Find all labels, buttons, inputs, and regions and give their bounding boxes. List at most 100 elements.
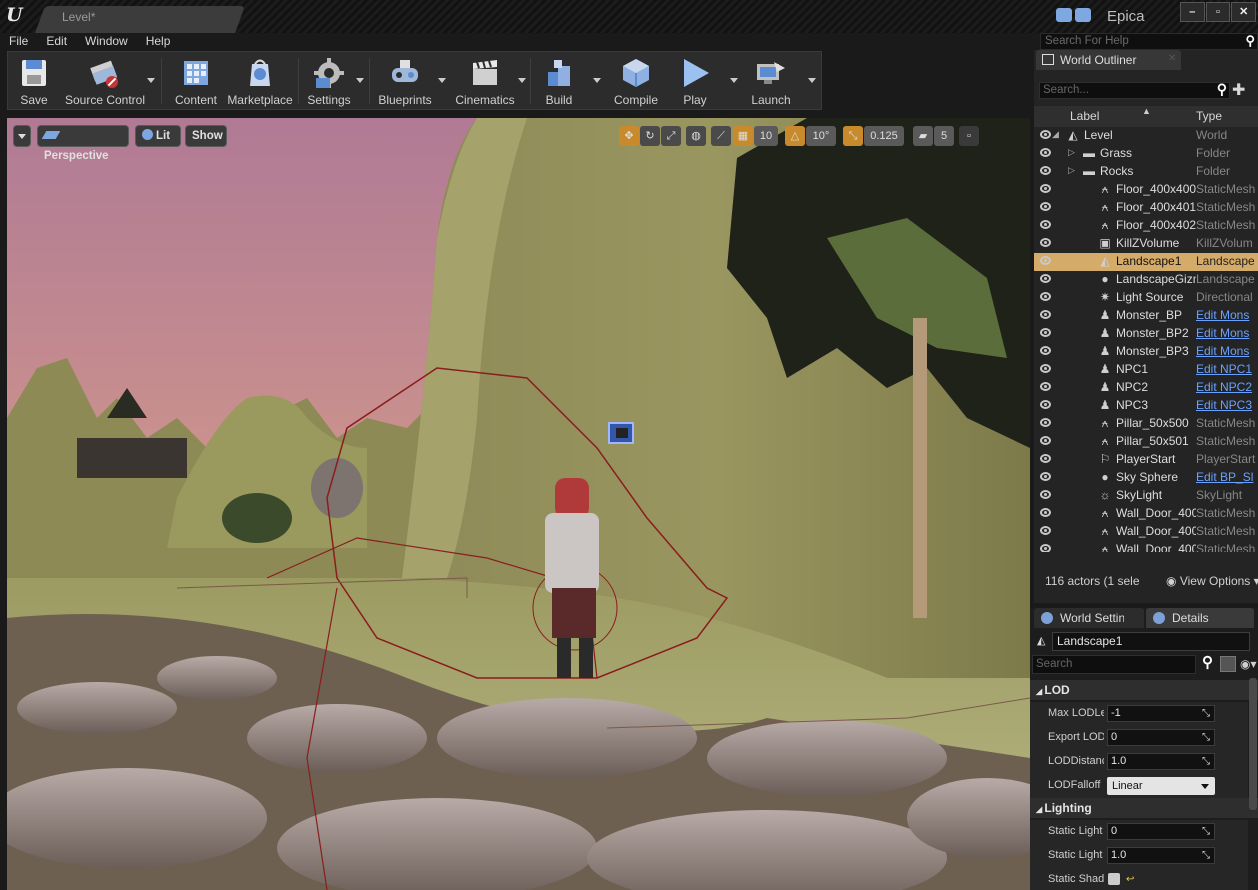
drag-resize-icon[interactable]: ⤡: [1202, 826, 1210, 837]
rotation-snap-value[interactable]: 10°: [806, 126, 836, 146]
visibility-eye-icon[interactable]: [1040, 274, 1051, 283]
menu-file[interactable]: File: [9, 33, 28, 49]
help-search-box[interactable]: Search For Help ⚲: [1040, 33, 1258, 50]
drag-resize-icon[interactable]: ⤡: [1202, 850, 1210, 861]
object-name-field[interactable]: Landscape1: [1052, 632, 1250, 651]
outliner-row[interactable]: ♟ Monster_BP Edit Mons: [1034, 307, 1258, 325]
edit-blueprint-link[interactable]: Edit Mons: [1196, 308, 1258, 322]
grid-snap-icon[interactable]: ▦: [733, 126, 753, 146]
play-button[interactable]: Play: [668, 52, 722, 109]
outliner-row[interactable]: ⍲ Floor_400x400 StaticMesh: [1034, 181, 1258, 199]
property-matrix-icon[interactable]: [1220, 656, 1236, 672]
level-viewport[interactable]: Perspective Lit Show ✥ ↻ ⤢ ◍ ⟋ ▦ 10 △ 10…: [7, 118, 1030, 890]
visibility-eye-icon[interactable]: [1040, 328, 1051, 337]
outliner-row[interactable]: ♟ NPC3 Edit NPC3: [1034, 397, 1258, 415]
source-control-dropdown-icon[interactable]: [147, 78, 155, 83]
marketplace-button[interactable]: Marketplace: [225, 52, 295, 109]
expand-arrow-icon[interactable]: ▷: [1068, 147, 1075, 158]
minimize-button[interactable]: –: [1180, 2, 1205, 22]
close-tab-icon[interactable]: ✕: [1168, 53, 1176, 64]
search-icon[interactable]: ⚲: [1202, 653, 1213, 671]
edit-blueprint-link[interactable]: Edit NPC1: [1196, 362, 1258, 376]
rotation-snap-icon[interactable]: △: [785, 126, 805, 146]
edit-blueprint-link[interactable]: Edit BP_Sl: [1196, 470, 1258, 484]
visibility-eye-icon[interactable]: [1040, 526, 1051, 535]
outliner-row[interactable]: ⍲ Pillar_50x501 StaticMesh: [1034, 433, 1258, 451]
visibility-eye-icon[interactable]: ◉▾: [1240, 657, 1257, 671]
visibility-eye-icon[interactable]: [1040, 490, 1051, 499]
outliner-row[interactable]: ◢ ◭ Level World: [1034, 127, 1258, 145]
close-button[interactable]: ✕: [1231, 2, 1257, 22]
menu-edit[interactable]: Edit: [46, 33, 67, 49]
drag-resize-icon[interactable]: ⤡: [1202, 756, 1210, 767]
scale-snap-icon[interactable]: ⤡: [843, 126, 863, 146]
outliner-row[interactable]: ♟ Monster_BP3 Edit Mons: [1034, 343, 1258, 361]
property-checkbox[interactable]: [1108, 873, 1120, 885]
view-options-button[interactable]: ◉ View Options ▾: [1166, 574, 1258, 588]
visibility-eye-icon[interactable]: [1040, 400, 1051, 409]
viewport-scene[interactable]: [7, 118, 1030, 890]
outliner-row[interactable]: ▷ ▬ Grass Folder: [1034, 145, 1258, 163]
translate-tool-icon[interactable]: ✥: [619, 126, 639, 146]
rotate-tool-icon[interactable]: ↻: [640, 126, 660, 146]
search-icon[interactable]: ⚲: [1245, 33, 1255, 49]
visibility-eye-icon[interactable]: [1040, 256, 1051, 265]
outliner-row[interactable]: ● LandscapeGizmoLandscape: [1034, 271, 1258, 289]
outliner-row[interactable]: ⍲ Floor_400x401 StaticMesh: [1034, 199, 1258, 217]
outliner-row[interactable]: ♟ NPC1 Edit NPC1: [1034, 361, 1258, 379]
visibility-eye-icon[interactable]: [1040, 544, 1051, 552]
outliner-row[interactable]: ⍲ Pillar_50x500 StaticMesh: [1034, 415, 1258, 433]
world-outliner-tab[interactable]: World Outliner ✕: [1036, 50, 1181, 70]
outliner-row[interactable]: ♟ Monster_BP2 Edit Mons: [1034, 325, 1258, 343]
blueprints-dropdown-icon[interactable]: [438, 78, 446, 83]
source-control-button[interactable]: Source Control: [60, 52, 150, 109]
details-tab[interactable]: Details: [1146, 608, 1254, 628]
category-lighting[interactable]: ◢ Lighting: [1030, 798, 1258, 818]
outliner-row[interactable]: ▣ KillZVolume KillZVolum: [1034, 235, 1258, 253]
visibility-eye-icon[interactable]: [1040, 364, 1051, 373]
outliner-row[interactable]: ✷ Light Source Directional: [1034, 289, 1258, 307]
scale-tool-icon[interactable]: ⤢: [661, 126, 681, 146]
property-value-field[interactable]: 0: [1107, 729, 1215, 746]
outliner-row[interactable]: ● Sky Sphere Edit BP_Sl: [1034, 469, 1258, 487]
outliner-row[interactable]: ▷ ▬ Rocks Folder: [1034, 163, 1258, 181]
outliner-search-input[interactable]: Search... ⚲: [1039, 81, 1230, 99]
property-value-field[interactable]: 1.0: [1107, 847, 1215, 864]
visibility-eye-icon[interactable]: [1040, 382, 1051, 391]
drag-resize-icon[interactable]: ⤡: [1202, 732, 1210, 743]
edit-blueprint-link[interactable]: Edit Mons: [1196, 326, 1258, 340]
launch-button[interactable]: Launch: [740, 52, 802, 109]
menu-window[interactable]: Window: [85, 33, 128, 49]
outliner-row[interactable]: ♟ NPC2 Edit NPC2: [1034, 379, 1258, 397]
outliner-row[interactable]: ⍲ Wall_Door_400x3StaticMesh: [1034, 505, 1258, 523]
visibility-eye-icon[interactable]: [1040, 166, 1051, 175]
grid-snap-value[interactable]: 10: [754, 126, 778, 146]
cinematics-button[interactable]: Cinematics: [450, 52, 520, 109]
visibility-eye-icon[interactable]: [1040, 454, 1051, 463]
show-flags-button[interactable]: Show: [185, 125, 227, 147]
save-button[interactable]: Save: [12, 52, 56, 109]
send-icon[interactable]: [1075, 8, 1091, 22]
perspective-button[interactable]: Perspective: [37, 125, 129, 162]
label-column-header[interactable]: Label: [1070, 109, 1099, 123]
property-value-field[interactable]: 1.0: [1107, 753, 1215, 770]
lit-view-mode-button[interactable]: Lit: [135, 125, 181, 147]
reset-to-default-icon[interactable]: ↩: [1126, 874, 1134, 885]
maximize-viewport-icon[interactable]: ▫: [959, 126, 979, 146]
camera-speed-icon[interactable]: ▰: [913, 126, 933, 146]
edit-blueprint-link[interactable]: Edit NPC2: [1196, 380, 1258, 394]
blueprints-button[interactable]: Blueprints: [372, 52, 438, 109]
visibility-eye-icon[interactable]: [1040, 130, 1051, 139]
visibility-eye-icon[interactable]: [1040, 508, 1051, 517]
cinematics-dropdown-icon[interactable]: [518, 78, 526, 83]
build-dropdown-icon[interactable]: [593, 78, 601, 83]
surface-snap-icon[interactable]: ⟋: [711, 126, 731, 146]
property-dropdown[interactable]: Linear: [1107, 777, 1215, 795]
drag-resize-icon[interactable]: ⤡: [1202, 708, 1210, 719]
visibility-eye-icon[interactable]: [1040, 238, 1051, 247]
outliner-row[interactable]: ⍲ Wall_Door_400x3StaticMesh: [1034, 523, 1258, 541]
settings-dropdown-icon[interactable]: [356, 78, 364, 83]
settings-button[interactable]: Settings: [302, 52, 356, 109]
expand-arrow-icon[interactable]: ◢: [1052, 129, 1059, 140]
expand-arrow-icon[interactable]: ▷: [1068, 165, 1075, 176]
